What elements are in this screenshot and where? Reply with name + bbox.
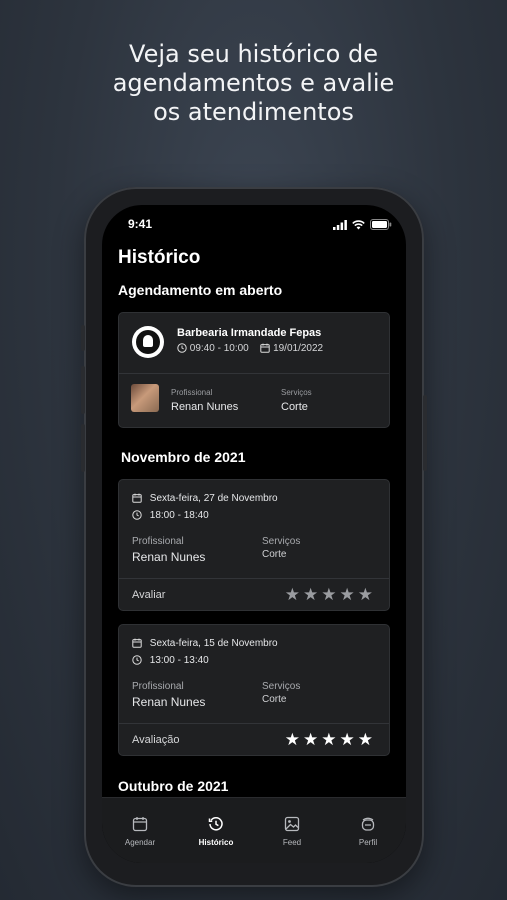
tab-label: Agendar (124, 838, 156, 847)
clock-icon (177, 343, 187, 354)
professional-name: Renan Nunes (132, 550, 206, 564)
appointment-time: 09:40 - 10:00 (189, 343, 249, 354)
barbershop-name: Barbearia Irmandade Fepas (177, 327, 322, 339)
open-appointments-heading: Agendamento em aberto (118, 282, 283, 298)
services-label: Serviços (262, 536, 301, 547)
headline-line-3: os atendimentos (153, 98, 354, 126)
notch (190, 205, 318, 235)
services-value: Corte (281, 401, 308, 413)
tab-label: Histórico (198, 838, 234, 847)
status-time: 9:41 (128, 217, 153, 231)
headline-line-2: agendamentos e avalie (112, 69, 395, 97)
star-rating[interactable]: ★ ★ ★ ★ ★ (285, 731, 373, 748)
professional-label: Profissional (132, 681, 184, 692)
tab-label: Feed (282, 838, 302, 847)
professional-name: Renan Nunes (171, 401, 239, 413)
star-icon[interactable]: ★ (285, 586, 300, 603)
star-icon[interactable]: ★ (321, 731, 336, 748)
services-label: Serviços (281, 388, 312, 397)
history-icon (208, 817, 223, 831)
rating-label: Avaliação (132, 734, 180, 746)
signal-icon (333, 219, 347, 230)
star-icon[interactable]: ★ (340, 731, 355, 748)
rating-label: Avaliar (132, 589, 166, 601)
november-heading: Novembro de 2021 (121, 449, 246, 465)
card-divider (119, 578, 389, 579)
open-appointment-card[interactable]: Barbearia Irmandade Fepas 09:40 - 10:00 … (118, 312, 390, 428)
star-icon[interactable]: ★ (358, 731, 373, 748)
star-icon[interactable]: ★ (358, 586, 373, 603)
tab-label: Perfil (358, 838, 378, 847)
silent-switch (81, 325, 85, 351)
professional-name: Renan Nunes (132, 695, 206, 709)
appointment-date: 19/01/2022 (273, 343, 324, 354)
page-title: Histórico (118, 247, 201, 268)
star-icon[interactable]: ★ (321, 586, 336, 603)
history-card[interactable]: Sexta-feira, 15 de Novembro 13:00 - 13:4… (118, 624, 390, 756)
bottom-tab-bar: Agendar Histórico Feed Perfil (102, 797, 406, 863)
power-button (423, 395, 427, 471)
star-rating[interactable]: ★ ★ ★ ★ ★ (285, 586, 373, 603)
professional-avatar (131, 384, 159, 412)
battery-icon (370, 219, 392, 230)
october-heading: Outubro de 2021 (118, 778, 229, 794)
wifi-icon (352, 219, 365, 229)
services-label: Serviços (262, 681, 301, 692)
appointment-date: Sexta-feira, 15 de Novembro (149, 638, 278, 649)
appointment-time: 18:00 - 18:40 (149, 510, 209, 521)
appointment-date: Sexta-feira, 27 de Novembro (149, 493, 278, 504)
clock-icon (132, 510, 142, 521)
services-value: Corte (262, 694, 287, 705)
card-divider (119, 373, 389, 374)
headline-line-1: Veja seu histórico de (129, 40, 378, 68)
barbershop-logo (132, 326, 164, 358)
calendar-icon (132, 493, 142, 504)
appointment-time: 13:00 - 13:40 (149, 655, 209, 666)
card-divider (119, 723, 389, 724)
star-icon[interactable]: ★ (303, 586, 318, 603)
volume-up-button (81, 366, 85, 414)
clock-icon (132, 655, 142, 666)
calendar-icon (132, 638, 142, 649)
services-value: Corte (262, 549, 287, 560)
star-icon[interactable]: ★ (303, 731, 318, 748)
star-icon[interactable]: ★ (340, 586, 355, 603)
calendar-icon (260, 343, 270, 354)
professional-label: Profissional (171, 388, 213, 397)
app-screen: 9:41 Histórico Agendamento em aberto Bar… (102, 205, 406, 863)
volume-down-button (81, 424, 85, 472)
profile-icon (361, 817, 375, 831)
promo-headline: Veja seu histórico de agendamentos e ava… (0, 40, 507, 127)
professional-label: Profissional (132, 536, 184, 547)
star-icon[interactable]: ★ (285, 731, 300, 748)
calendar-icon (132, 817, 148, 832)
history-card[interactable]: Sexta-feira, 27 de Novembro 18:00 - 18:4… (118, 479, 390, 611)
image-icon (284, 816, 300, 832)
